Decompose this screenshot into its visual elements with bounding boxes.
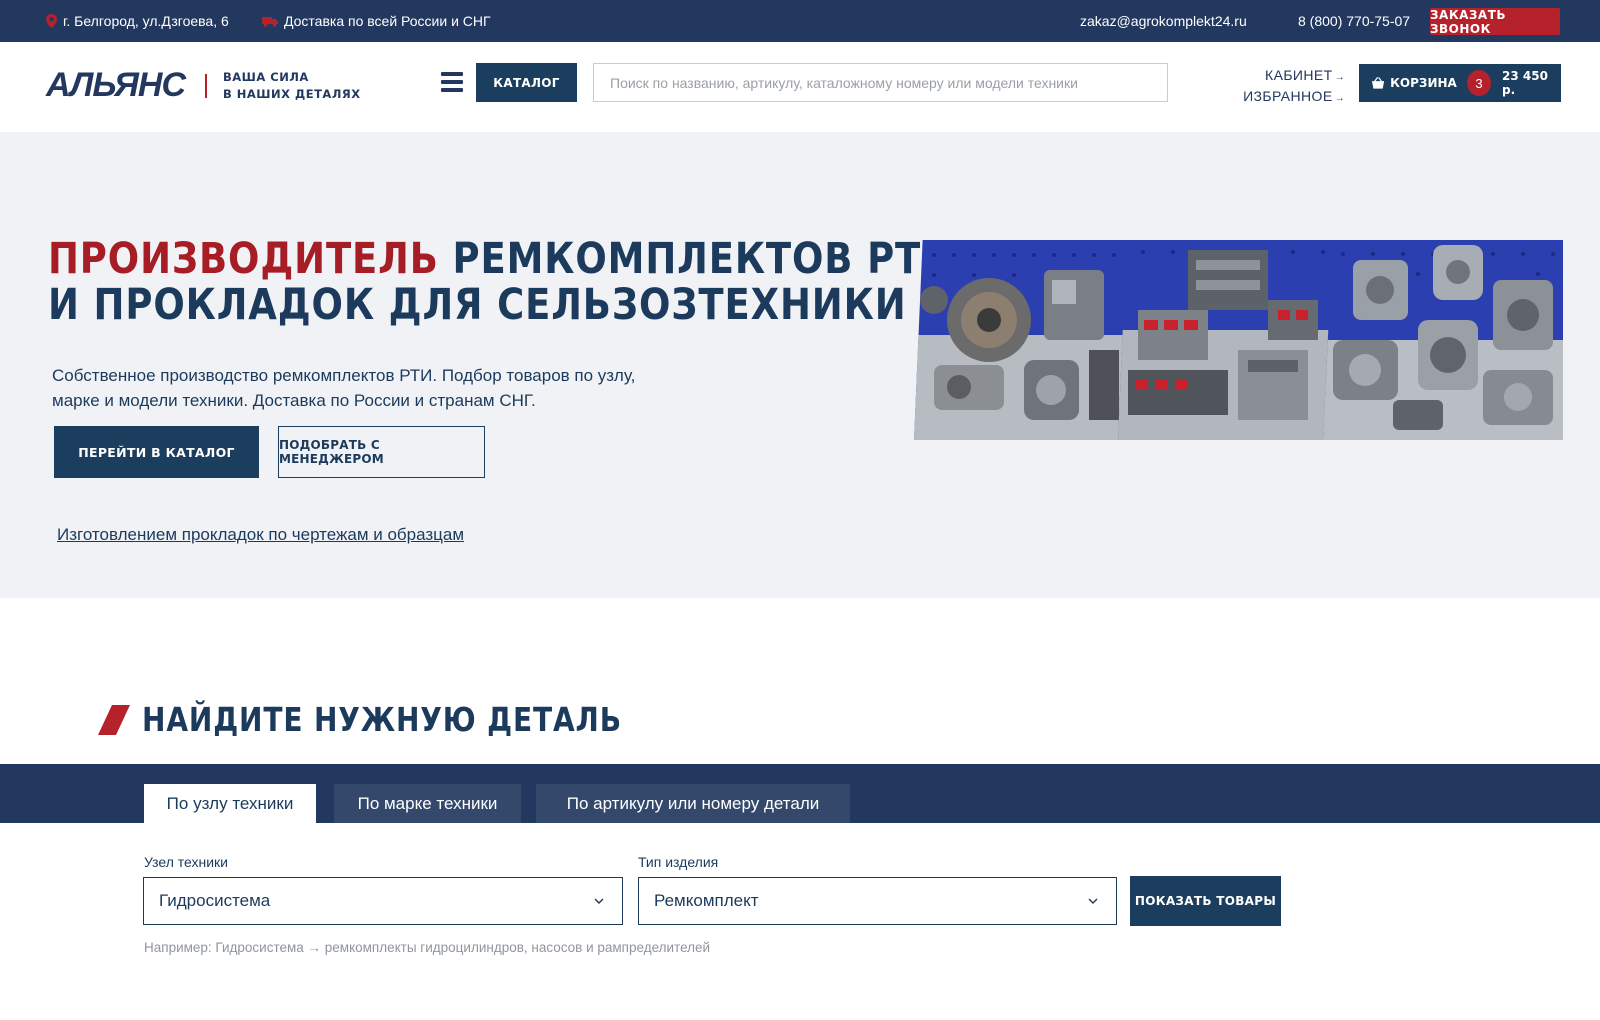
hero-title-rest: РЕМКОМПЛЕКТОВ РТИ [452,234,953,284]
node-select-value: Гидросистема [159,891,271,910]
gallery-photo-parts [914,240,1130,440]
header: АЛЬЯНС ВАША СИЛА В НАШИХ ДЕТАЛЯХ КАТАЛОГ… [0,42,1600,132]
go-to-catalog-button[interactable]: ПЕРЕЙТИ В КАТАЛОГ [54,426,259,478]
slash-mark-icon [98,704,130,735]
address-info: г. Белгород, ул.Дзгоева, 6 [46,13,229,29]
hero-title: ПРОИЗВОДИТЕЛЬ РЕМКОМПЛЕКТОВ РТИ И ПРОКЛА… [48,236,953,328]
map-pin-icon [46,14,57,28]
gallery-photo-valves [1118,240,1334,440]
search-hint: Например: Гидросистема → ремкомплекты ги… [144,940,711,955]
hero-title-accent: ПРОИЗВОДИТЕЛЬ [48,234,439,284]
logo-separator [205,73,207,98]
hamburger-icon[interactable] [441,72,463,92]
cart-button[interactable]: КОРЗИНА 3 23 450 р. [1359,64,1561,102]
search-tabs-bar: По узлу техники По марке техники По арти… [0,764,1600,823]
basket-icon [1372,77,1385,89]
custom-gaskets-link[interactable]: Изготовлением прокладок по чертежам и об… [57,525,464,545]
email-link[interactable]: zakaz@agrokomplekt24.ru [1080,13,1247,29]
account-links: КАБИНЕТ → ИЗБРАННОЕ → [1180,66,1345,108]
gallery-photo-pumps [1323,240,1563,440]
email-text[interactable]: zakaz@agrokomplekt24.ru [1080,13,1247,29]
find-title-text: НАЙДИТЕ НУЖНУЮ ДЕТАЛЬ [142,700,622,739]
cart-label: КОРЗИНА [1390,76,1457,90]
search-input[interactable] [593,63,1168,102]
hero-title-line-1: ПРОИЗВОДИТЕЛЬ РЕМКОМПЛЕКТОВ РТИ [48,236,953,282]
cart-count-badge: 3 [1466,70,1492,96]
favorites-link-label: ИЗБРАННОЕ [1243,88,1333,104]
delivery-info: Доставка по всей России и СНГ [262,13,491,29]
show-products-button[interactable]: ПОКАЗАТЬ ТОВАРЫ [1130,876,1281,926]
tagline-line-1: ВАША СИЛА [223,69,309,84]
tab-by-brand[interactable]: По марке техники [334,784,521,823]
phone-text[interactable]: 8 (800) 770-75-07 [1298,13,1410,29]
cabinet-link[interactable]: КАБИНЕТ → [1180,66,1345,87]
hero-description: Собственное производство ремкомплектов Р… [52,366,636,410]
type-select-value: Ремкомплект [654,891,759,910]
favorites-link[interactable]: ИЗБРАННОЕ → [1180,87,1345,108]
arrow-right-icon: → [1334,72,1345,83]
type-field-label: Тип изделия [638,854,719,870]
logo-wordmark: АЛЬЯНС [46,66,186,104]
phone-link[interactable]: 8 (800) 770-75-07 [1298,13,1410,29]
logo[interactable]: АЛЬЯНС ВАША СИЛА В НАШИХ ДЕТАЛЯХ [46,66,361,105]
top-bar: г. Белгород, ул.Дзгоева, 6 Доставка по в… [0,0,1600,42]
node-field-label: Узел техники [144,854,228,870]
tab-by-node[interactable]: По узлу техники [144,784,316,823]
arrow-right-icon: → [1334,93,1345,104]
find-section-title: НАЙДИТЕ НУЖНУЮ ДЕТАЛЬ [98,700,707,739]
logo-tagline: ВАША СИЛА В НАШИХ ДЕТАЛЯХ [223,69,361,103]
hero-section: ПРОИЗВОДИТЕЛЬ РЕМКОМПЛЕКТОВ РТИ И ПРОКЛА… [0,132,1600,598]
cabinet-link-label: КАБИНЕТ [1265,67,1333,83]
cart-total: 23 450 р. [1502,69,1548,97]
chevron-down-icon [594,898,604,904]
catalog-button[interactable]: КАТАЛОГ [476,63,577,102]
node-select[interactable]: Гидросистема [143,877,623,925]
product-gallery [914,240,1564,440]
truck-icon [262,17,278,27]
type-select[interactable]: Ремкомплект [638,877,1117,925]
chevron-down-icon [1088,898,1098,904]
manager-select-button[interactable]: ПОДОБРАТЬ С МЕНЕДЖЕРОМ [278,426,485,478]
tab-by-article[interactable]: По артикулу или номеру детали [536,784,850,823]
order-call-button[interactable]: ЗАКАЗАТЬ ЗВОНОК [1430,8,1560,36]
tagline-line-2: В НАШИХ ДЕТАЛЯХ [223,86,361,101]
address-text: г. Белгород, ул.Дзгоева, 6 [63,13,229,29]
delivery-text: Доставка по всей России и СНГ [284,13,491,29]
hero-title-line-2: И ПРОКЛАДОК ДЛЯ СЕЛЬЗОЗТЕХНИКИ [48,280,907,330]
